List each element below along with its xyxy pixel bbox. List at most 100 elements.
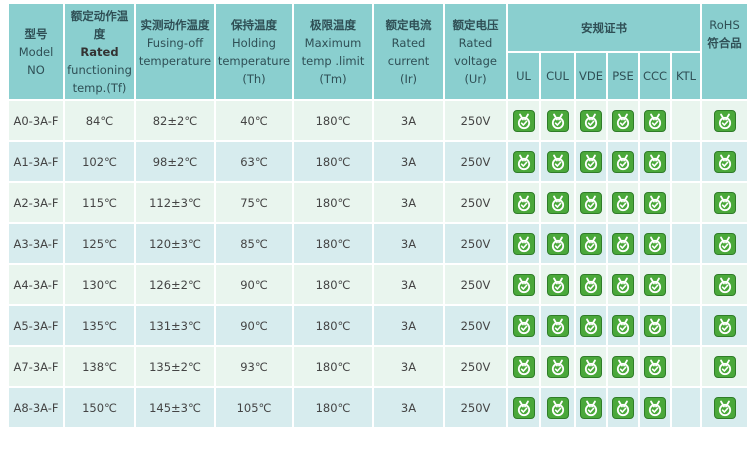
cell-cert-ktl (669, 386, 703, 429)
certified-check-icon (580, 396, 602, 419)
header-rated-zh: 额定动作温度 (70, 8, 129, 41)
cell-rated-voltage: 250V (443, 181, 508, 224)
header-cert-ccc: CCC (638, 51, 672, 101)
certified-check-icon (612, 273, 634, 296)
certified-check-icon (512, 191, 535, 214)
header-holding-temp: 保持温度 Holding temperature (Th) (214, 2, 294, 101)
cell-max-temp: 180℃ (292, 263, 374, 306)
spec-table-wrapper: 型号 Model NO 额定动作温度 Rated functioning tem… (7, 2, 750, 429)
cell-cert-ul (506, 222, 541, 265)
certified-check-icon (580, 355, 602, 378)
header-rated-current: 额定电流 Rated current (Ir) (372, 2, 445, 101)
cell-cert-ccc (638, 181, 672, 224)
cell-rated-current: 3A (372, 140, 445, 183)
cell-max-temp: 180℃ (292, 181, 374, 224)
cell-rohs (700, 181, 750, 224)
cell-rated-temp: 84℃ (63, 99, 136, 142)
table-row: A3-3A-F 125℃ 120±3℃ 85℃ 180℃ 3A 250V (7, 222, 750, 265)
certified-check-icon (644, 232, 666, 255)
table-header: 型号 Model NO 额定动作温度 Rated functioning tem… (7, 2, 750, 101)
certified-check-icon (512, 232, 535, 255)
cell-cert-cul (539, 345, 576, 388)
cell-fusing-temp: 145±3℃ (134, 386, 216, 429)
certified-check-icon (644, 355, 666, 378)
certified-check-icon (612, 150, 634, 173)
header-fusing-en2: temperature (138, 53, 212, 68)
cell-cert-cul (539, 140, 576, 183)
certified-check-icon (612, 109, 634, 132)
cell-holding-temp: 90℃ (214, 304, 294, 347)
certified-check-icon (546, 150, 569, 173)
cell-cert-ccc (638, 263, 672, 306)
cell-cert-ccc (638, 222, 672, 265)
certified-check-icon (546, 232, 569, 255)
certified-check-icon (644, 314, 666, 337)
certified-check-icon (512, 314, 535, 337)
table-body: A0-3A-F 84℃ 82±2℃ 40℃ 180℃ 3A 250V A1-3A-F 102℃ 9… (7, 99, 750, 429)
certified-check-icon (546, 355, 569, 378)
cell-fusing-temp: 131±3℃ (134, 304, 216, 347)
rohs-check-icon (713, 314, 736, 337)
header-model: 型号 Model NO (7, 2, 65, 101)
header-rohs: RoHS 符合品 (700, 2, 750, 101)
certified-check-icon (612, 191, 634, 214)
cell-holding-temp: 40℃ (214, 99, 294, 142)
cell-cert-ul (506, 386, 541, 429)
cell-cert-ktl (669, 140, 703, 183)
cell-cert-ccc (638, 99, 672, 142)
cell-cert-ktl (669, 181, 703, 224)
certified-check-icon (512, 273, 535, 296)
cell-max-temp: 180℃ (292, 386, 374, 429)
cell-cert-ul (506, 304, 541, 347)
cell-cert-pse (606, 99, 640, 142)
header-max-zh: 极限温度 (310, 17, 356, 32)
cell-rated-current: 3A (372, 304, 445, 347)
certified-check-icon (512, 109, 535, 132)
table-row: A4-3A-F 130℃ 126±2℃ 90℃ 180℃ 3A 250V (7, 263, 750, 306)
header-max-temp: 极限温度 Maximum temp .limit (Tm) (292, 2, 374, 101)
cell-cert-vde (574, 386, 608, 429)
rohs-check-icon (713, 191, 736, 214)
header-rated-en1: functioning (67, 62, 132, 77)
table-row: A7-3A-F 138℃ 135±2℃ 93℃ 180℃ 3A 250V (7, 345, 750, 388)
cell-rated-current: 3A (372, 99, 445, 142)
cell-cert-vde (574, 263, 608, 306)
rohs-check-icon (713, 355, 736, 378)
cell-cert-ul (506, 140, 541, 183)
cell-cert-cul (539, 386, 576, 429)
header-fusing-en1: Fusing-off (146, 35, 204, 50)
rohs-check-icon (713, 273, 736, 296)
header-holding-en1: Holding (232, 35, 276, 50)
cell-rated-temp: 130℃ (63, 263, 136, 306)
cell-cert-cul (539, 99, 576, 142)
certified-check-icon (546, 314, 569, 337)
header-holding-en3: (Th) (242, 71, 266, 86)
cell-model: A8-3A-F (7, 386, 65, 429)
certified-check-icon (546, 191, 569, 214)
header-model-zh: 型号 (24, 26, 48, 41)
header-rated-temp: 额定动作温度 Rated functioning temp.(Tf) (63, 2, 136, 101)
header-model-en1: Model (18, 44, 54, 59)
certified-check-icon (644, 273, 666, 296)
header-cert-ktl: KTL (669, 51, 703, 101)
rohs-check-icon (713, 396, 736, 419)
certified-check-icon (580, 150, 602, 173)
header-certificates: 安规证书 (505, 2, 703, 53)
header-model-en2: NO (27, 62, 45, 77)
cell-rated-current: 3A (372, 386, 445, 429)
cell-holding-temp: 90℃ (214, 263, 294, 306)
cell-cert-cul (539, 304, 576, 347)
cell-rohs (700, 263, 750, 306)
cell-rated-current: 3A (372, 222, 445, 265)
cell-rated-current: 3A (372, 181, 445, 224)
header-rated-en-bold: Rated (80, 44, 119, 59)
cell-rohs (700, 304, 750, 347)
cell-holding-temp: 105℃ (214, 386, 294, 429)
certified-check-icon (546, 109, 569, 132)
cell-cert-ktl (669, 222, 703, 265)
cell-rohs (700, 99, 750, 142)
cell-cert-pse (606, 386, 640, 429)
cell-rated-temp: 115℃ (63, 181, 136, 224)
header-cert-cul: CUL (539, 51, 576, 101)
header-fusing-temp: 实测动作温度 Fusing-off temperature (134, 2, 216, 101)
